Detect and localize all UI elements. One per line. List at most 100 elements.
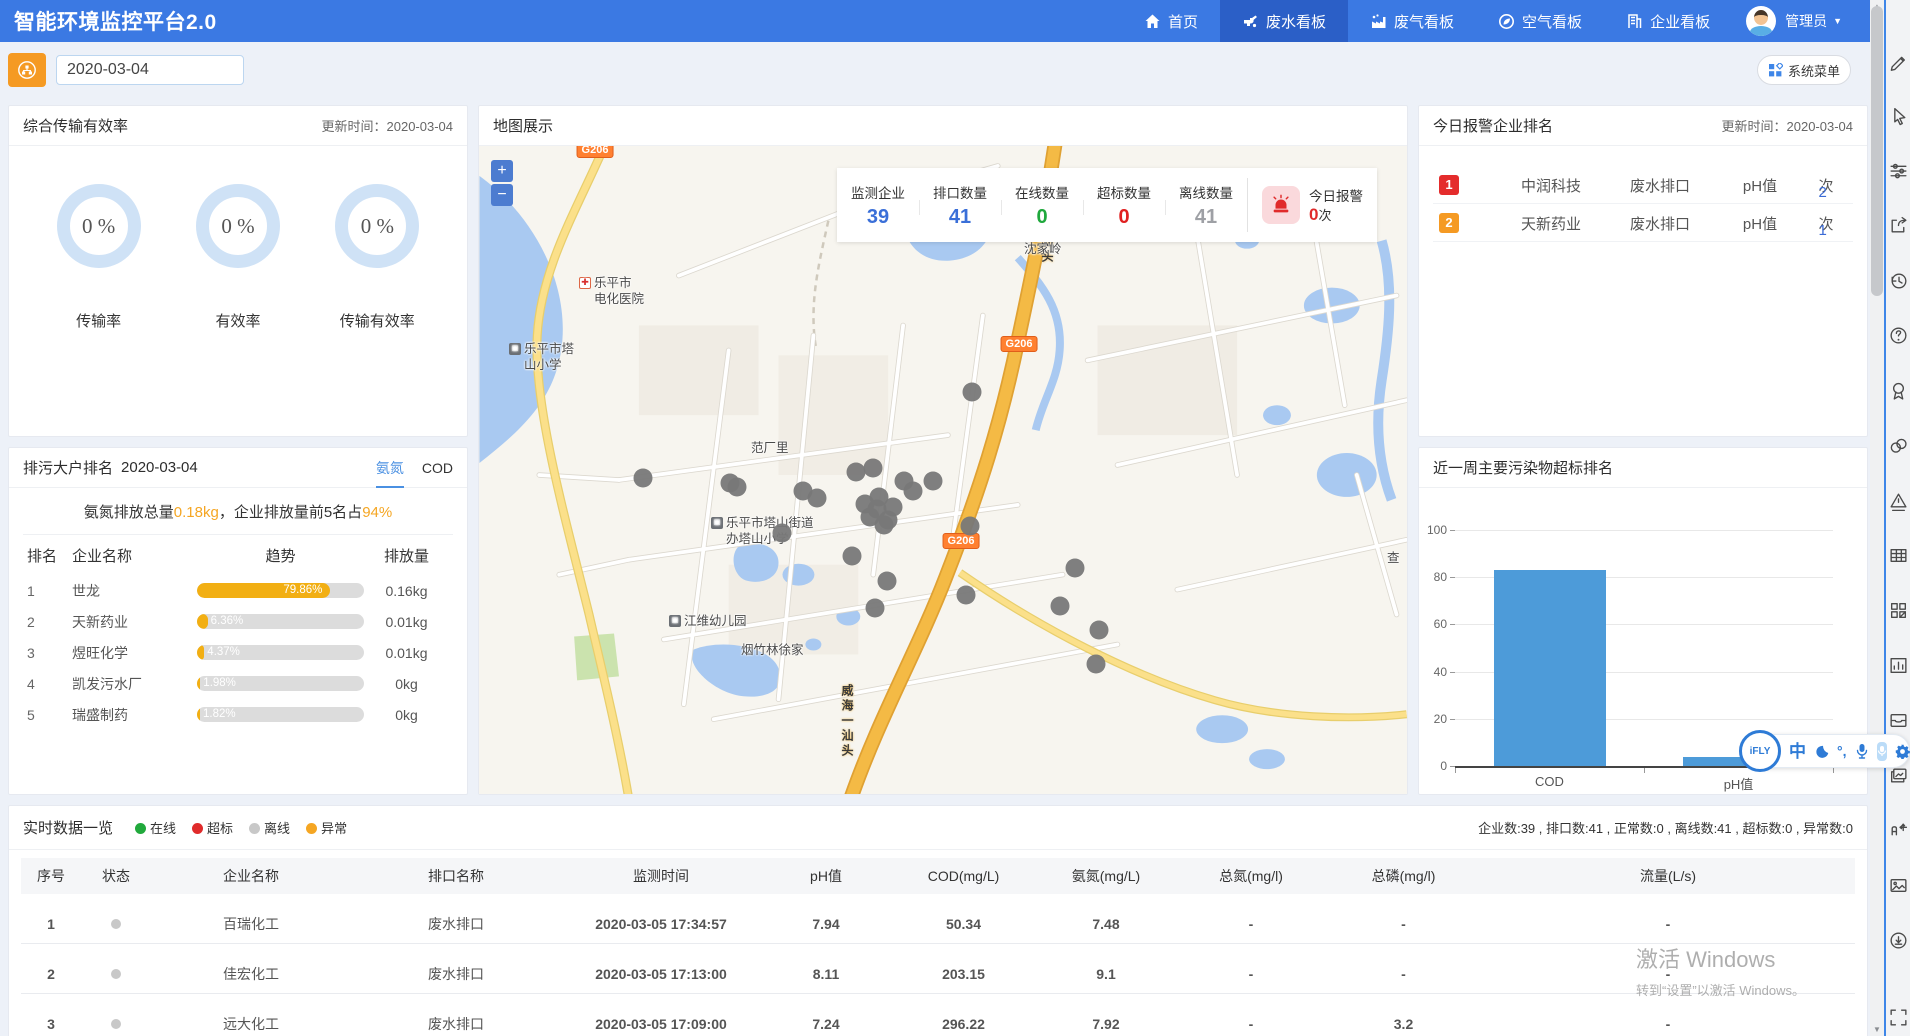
cursor-icon[interactable] [1888,105,1909,126]
org-structure-button[interactable] [8,53,46,87]
column-header: 序号 [21,866,81,886]
scroll-down-icon[interactable]: ▼ [1870,1025,1884,1034]
outlet-name: 废水排口 [1615,213,1705,234]
monitor-point-marker[interactable] [1090,621,1109,640]
nh3n-value: 9.1 [1036,966,1176,982]
download-icon[interactable] [1888,930,1909,951]
nav-item-企业看板[interactable]: 企业看板 [1604,0,1732,42]
place-name: 烟竹林徐家 [741,643,804,659]
table-row: 2佳宏化工废水排口2020-03-05 17:13:008.11203.159.… [21,954,1855,994]
rank-badge: 1 [1439,175,1459,195]
punctuation-toggle[interactable]: °, [1837,744,1847,758]
trend-bar-track: 79.86% [197,583,364,598]
trend-bar-track: 6.36% [197,614,364,629]
pen-icon[interactable] [1888,50,1909,71]
monitor-point-marker[interactable] [1051,597,1070,616]
microphone-icon[interactable] [1855,743,1869,759]
user-menu[interactable]: 管理员 ▼ [1732,6,1870,36]
text-insert-icon[interactable] [1888,820,1909,841]
fullscreen-icon[interactable] [1888,1007,1909,1028]
nav-item-空气看板[interactable]: 空气看板 [1476,0,1604,42]
monitor-point-marker[interactable] [924,472,943,491]
monitor-point-marker[interactable] [878,572,897,591]
emission-amount: 0.01kg [364,645,449,661]
monitor-point-marker[interactable] [1087,655,1106,674]
moon-icon[interactable] [1814,744,1829,759]
monitor-point-marker[interactable] [773,524,792,543]
monitor-time: 2020-03-05 17:34:57 [561,916,761,932]
shapes-icon[interactable] [1888,435,1909,456]
company-name: 百瑞化工 [151,914,351,934]
gauge-ring: 0 % [57,184,141,268]
tab-氨氮[interactable]: 氨氮 [376,448,404,488]
gauge-ring: 0 % [196,184,280,268]
polluter-summary: 氨氮排放总量0.18kg，企业排放量前5名占94% [9,488,467,534]
table-icon[interactable] [1888,545,1909,566]
history-icon[interactable] [1888,270,1909,291]
tab-COD[interactable]: COD [422,448,453,488]
place-name: 乐平市塔山街道 办塔山小学 [726,516,814,547]
map-place-label: 查 [1387,551,1400,567]
column-header: 总磷(mg/l) [1326,866,1481,886]
monitor-point-marker[interactable] [957,586,976,605]
y-axis-tick-label: 80 [1419,570,1447,584]
map-canvas[interactable]: 威海一汕头威海一汕头 G206G206G206 沈家岭✚乐平市 电化医院▣乐平市… [479,146,1407,794]
monitor-point-marker[interactable] [634,469,653,488]
monitor-point-marker[interactable] [875,516,894,535]
monitor-point-marker[interactable] [963,383,982,402]
chart-icon[interactable] [1888,655,1909,676]
warning-icon[interactable] [1888,490,1909,511]
ime-language-toggle[interactable]: 中 [1789,743,1806,760]
tn-value: - [1176,916,1326,932]
album-icon[interactable] [1888,765,1909,786]
ifly-logo[interactable]: iFLY [1739,730,1781,772]
monitor-point-marker[interactable] [904,482,923,501]
road-name-label: 威海一汕头 [839,684,856,759]
flow-value: - [1481,1016,1855,1032]
monitor-point-marker[interactable] [864,459,883,478]
sliders-icon[interactable] [1888,160,1909,181]
cod-value: 50.34 [891,916,1036,932]
zoom-in-button[interactable]: + [491,160,513,182]
monitor-point-marker[interactable] [808,489,827,508]
page-scrollbar[interactable]: ▲ ▼ [1870,0,1884,1036]
outlet-name: 废水排口 [1615,175,1705,196]
column-header: 监测时间 [561,866,761,886]
tray-icon[interactable] [1888,710,1909,731]
monitor-point-marker[interactable] [728,478,747,497]
gauge: 0 %传输有效率 [335,184,419,331]
blocks-icon[interactable] [1888,600,1909,621]
nav-item-废水看板[interactable]: 废水看板 [1220,0,1348,42]
system-menu-button[interactable]: 系统菜单 [1757,55,1851,85]
monitor-point-marker[interactable] [847,463,866,482]
monitor-point-marker[interactable] [866,599,885,618]
monitor-point-marker[interactable] [1066,559,1085,578]
legend-item-超标: 超标 [192,818,233,837]
share-icon[interactable] [1888,215,1909,236]
nh3n-value: 7.48 [1036,916,1176,932]
alarm-row: 2天新药业废水排口pH值1 次 [1433,204,1853,242]
date-input[interactable] [56,55,244,85]
monitor-point-marker[interactable] [843,547,862,566]
monitor-point-marker[interactable] [961,517,980,536]
help-icon[interactable] [1888,325,1909,346]
y-axis-tick-label: 100 [1419,523,1447,537]
badge-icon[interactable] [1888,380,1909,401]
rank: 1 [27,583,72,599]
stat-value: 0 [1083,206,1165,229]
image-icon[interactable] [1888,875,1909,896]
trend-bar: 6.36% [197,614,364,629]
nav-item-废气看板[interactable]: 废气看板 [1348,0,1476,42]
y-axis-tick [1450,719,1455,720]
map-place-label: ▣乐平市塔山街道 办塔山小学 [711,516,814,547]
alarm-rank-panel: 今日报警企业排名 更新时间：2020-03-04 1中润科技废水排口pH值2 次… [1418,105,1868,437]
gear-icon[interactable] [1895,744,1910,759]
company-name: 远大化工 [151,1014,351,1034]
map-place-label: 烟竹林徐家 [741,643,804,659]
nav-item-首页[interactable]: 首页 [1122,0,1220,42]
handwriting-pad-icon[interactable] [1877,742,1887,761]
column-header: COD(mg/L) [891,868,1036,884]
zoom-out-button[interactable]: − [491,184,513,206]
scrollbar-thumb[interactable] [1871,6,1883,296]
status-legend: 在线超标离线异常 [135,818,347,837]
